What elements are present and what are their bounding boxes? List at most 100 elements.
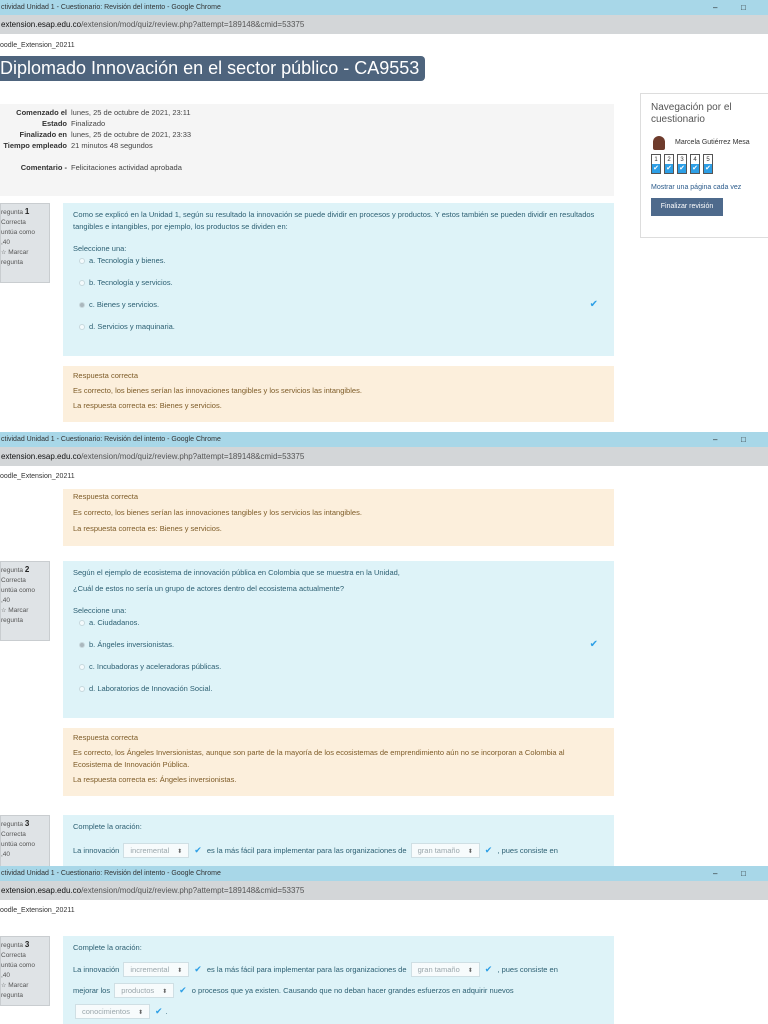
answer-label: d. Servicios y maquinaria. — [89, 322, 175, 331]
answer-option-b[interactable]: b. Tecnología y servicios. — [73, 277, 604, 299]
select-value: gran tamaño — [417, 965, 460, 974]
feedback-correct-answer: La respuesta correcta es: Ángeles invers… — [73, 775, 237, 784]
question-button-5[interactable]: 5 ✔ — [703, 154, 713, 174]
check-icon: ✔ — [179, 985, 187, 995]
summary-label: Tiempo empleado — [3, 141, 67, 150]
select-value: gran tamaño — [417, 846, 460, 855]
course-title: Diplomado Innovación en el sector públic… — [0, 56, 426, 81]
question-heading: Complete la oración: — [73, 943, 142, 952]
question-content-3: Complete la oración: La innovación incre… — [63, 815, 614, 866]
show-one-page-link[interactable]: Mostrar una página cada vez — [651, 184, 741, 191]
check-icon: ✔ — [678, 164, 686, 173]
question-number: 5 — [706, 157, 710, 163]
answer-label: a. Ciudadanos. — [89, 618, 140, 627]
question-score-value: ,40 — [1, 239, 11, 246]
answer-label: b. Tecnología y servicios. — [89, 278, 173, 287]
maximize-button[interactable]: □ — [741, 432, 746, 447]
question-info-3: regunta 3 Correcta untúa como ,40 ☆ Marc… — [0, 936, 50, 1006]
cloze-select[interactable]: productos ⬍ — [114, 983, 175, 998]
radio-button[interactable] — [79, 258, 85, 264]
address-bar[interactable]: extension.esap.edu.co/extension/mod/quiz… — [0, 15, 768, 34]
window-title: ctividad Unidad 1 - Cuestionario: Revisi… — [1, 870, 221, 877]
feedback-explanation: Es correcto, los Ángeles Inversionistas,… — [73, 748, 565, 769]
answer-option-c[interactable]: c. Bienes y servicios. ✔ — [73, 299, 604, 321]
flag-question[interactable]: ☆ Marcar — [1, 248, 49, 258]
flag-question[interactable]: ☆ Marcar — [1, 981, 49, 991]
question-score-value: ,40 — [1, 851, 11, 858]
answer-option-d[interactable]: d. Servicios y maquinaria. — [73, 321, 604, 343]
summary-value: lunes, 25 de octubre de 2021, 23:11 — [71, 108, 191, 117]
answer-label: c. Incubadoras y aceleradoras públicas. — [89, 662, 222, 671]
check-icon: ✔ — [194, 964, 202, 974]
cloze-text: La innovación — [73, 965, 120, 974]
minimize-button[interactable]: – — [713, 866, 717, 881]
question-button-4[interactable]: 4 ✔ — [690, 154, 700, 174]
answer-option-d[interactable]: d. Laboratorios de Innovación Social. — [73, 683, 604, 705]
url-path: /extension/mod/quiz/review.php?attempt=1… — [81, 452, 305, 461]
question-button-2[interactable]: 2 ✔ — [664, 154, 674, 174]
radio-button[interactable] — [79, 620, 85, 626]
breadcrumb[interactable]: oodle_Extension_20211 — [0, 903, 768, 918]
question-status: Correcta — [1, 831, 26, 838]
minimize-button[interactable]: – — [713, 432, 717, 447]
cloze-sentence: La innovación incremental ⬍ ✔ es la más fá… — [73, 962, 604, 977]
cloze-select[interactable]: incremental ⬍ — [123, 843, 190, 858]
radio-button[interactable] — [79, 686, 85, 692]
window-titlebar: ctividad Unidad 1 - Cuestionario: Revisi… — [0, 866, 768, 881]
flag-label: regunta — [1, 617, 24, 624]
question-status: Correcta — [1, 952, 26, 959]
feedback-correct-answer: La respuesta correcta es: Bienes y servi… — [73, 524, 222, 533]
check-icon: ✔ — [665, 164, 673, 173]
summary-label: Estado — [41, 119, 67, 128]
summary-row: Estado Finalizado — [0, 118, 614, 129]
answer-label: a. Tecnología y bienes. — [89, 256, 166, 265]
flag-label: regunta — [1, 259, 24, 266]
answer-option-b[interactable]: b. Ángeles inversionistas. ✔ — [73, 639, 604, 661]
window-titlebar: ctividad Unidad 1 - Cuestionario: Revisi… — [0, 432, 768, 447]
question-label: regunta — [1, 567, 24, 574]
answer-option-a[interactable]: a. Tecnología y bienes. — [73, 255, 604, 277]
cloze-select[interactable]: gran tamaño ⬍ — [410, 962, 480, 977]
maximize-button[interactable]: □ — [741, 866, 746, 881]
radio-button[interactable] — [79, 324, 85, 330]
check-icon: ✔ — [484, 845, 493, 855]
quiz-navigation-block: Navegación por el cuestionario Marcela G… — [640, 93, 768, 238]
breadcrumb[interactable]: oodle_Extension_20211 — [0, 38, 768, 53]
cloze-text: o procesos que ya existen. Causando que … — [191, 986, 514, 995]
radio-button[interactable] — [79, 642, 85, 648]
screenshot-panel-1: ctividad Unidad 1 - Cuestionario: Revisi… — [0, 0, 768, 432]
dropdown-icon: ⬍ — [467, 849, 473, 855]
breadcrumb[interactable]: oodle_Extension_20211 — [0, 469, 768, 484]
cloze-select[interactable]: conocimientos ⬍ — [75, 1004, 150, 1019]
question-score: untúa como — [1, 841, 35, 848]
answer-option-c[interactable]: c. Incubadoras y aceleradoras públicas. — [73, 661, 604, 683]
url-host: extension.esap.edu.co — [1, 886, 82, 895]
summary-row: Comenzado el lunes, 25 de octubre de 2021… — [0, 107, 614, 118]
select-value: productos — [121, 986, 155, 995]
check-icon: ✔ — [194, 845, 202, 855]
flag-question[interactable]: ☆ Marcar — [1, 606, 49, 616]
answer-option-a[interactable]: a. Ciudadanos. — [73, 617, 604, 639]
minimize-button[interactable]: – — [713, 0, 717, 15]
address-bar[interactable]: extension.esap.edu.co/extension/mod/quiz… — [0, 447, 768, 466]
cloze-text: mejorar los — [73, 986, 111, 995]
radio-button[interactable] — [79, 302, 85, 308]
feedback-box-1: Respuesta correcta Es correcto, los bien… — [63, 366, 614, 422]
feedback-status: Respuesta correcta — [73, 371, 139, 380]
dropdown-icon: ⬍ — [177, 849, 183, 855]
radio-button[interactable] — [79, 280, 85, 286]
flag-label: Marcar — [8, 607, 29, 614]
address-bar[interactable]: extension.esap.edu.co/extension/mod/quiz… — [0, 881, 768, 900]
radio-button[interactable] — [79, 664, 85, 670]
check-icon: ✔ — [154, 1006, 163, 1016]
cloze-select[interactable]: incremental ⬍ — [123, 962, 190, 977]
feedback-box-1: Respuesta correcta Es correcto, los bien… — [63, 489, 614, 546]
user-name[interactable]: Marcela Gutiérrez Mesa — [675, 139, 750, 146]
cloze-select[interactable]: gran tamaño ⬍ — [410, 843, 480, 858]
cloze-sentence: mejorar los productos ⬍ ✔ o procesos que y… — [73, 983, 604, 998]
maximize-button[interactable]: □ — [741, 0, 746, 15]
question-text: Como se explicó en la Unidad 1, según su… — [73, 210, 595, 231]
finish-review-button[interactable]: Finalizar revisión — [651, 198, 723, 216]
question-button-1[interactable]: 1 ✔ — [651, 154, 661, 174]
question-button-3[interactable]: 3 ✔ — [677, 154, 687, 174]
